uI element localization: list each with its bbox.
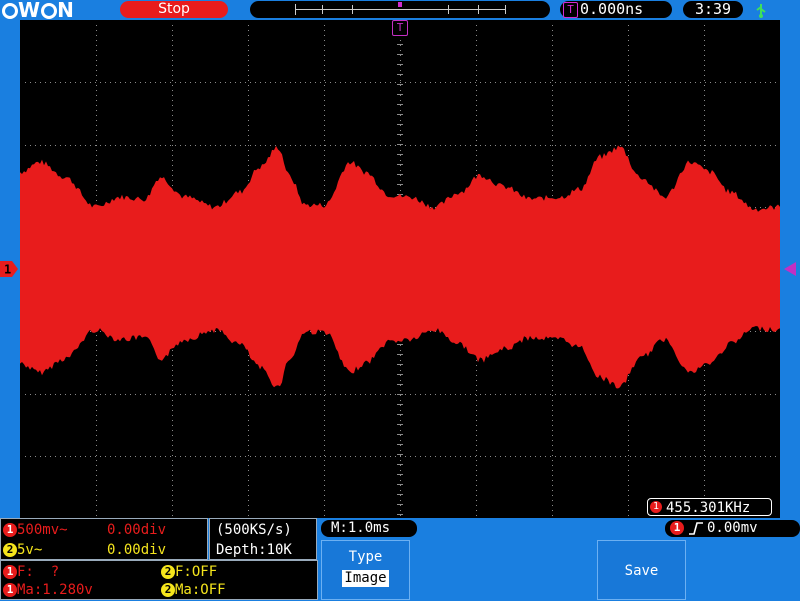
measurement-panel[interactable]: 1 F: ? 1 Ma:1.280v 2 F:OFF 2 Ma:OFF bbox=[0, 560, 318, 600]
logo-ring bbox=[41, 3, 58, 19]
logo-ring bbox=[2, 3, 18, 19]
channel1-settings[interactable]: 1 500mv~ 0.00div bbox=[3, 520, 166, 540]
memory-tick bbox=[448, 5, 449, 14]
memory-tick bbox=[505, 5, 506, 14]
type-softkey[interactable]: Type Image bbox=[321, 540, 410, 600]
trigger-position-value: 0.000ns bbox=[580, 0, 644, 18]
channel1-max-text: Ma:1.280v bbox=[17, 582, 93, 598]
save-softkey[interactable]: Save bbox=[597, 540, 686, 600]
channel1-badge: 1 bbox=[3, 523, 17, 537]
owon-logo: WN bbox=[2, 0, 90, 20]
channel2-settings[interactable]: 2 5v~ 0.00div bbox=[3, 540, 166, 560]
trigger-position-marker[interactable]: T bbox=[392, 20, 408, 36]
trigger-level-marker[interactable] bbox=[780, 262, 796, 276]
waveform-display[interactable] bbox=[20, 20, 780, 518]
channel1-max-measure: 1 Ma:1.280v bbox=[3, 581, 93, 599]
usb-icon bbox=[753, 2, 769, 18]
trigger-position-readout[interactable]: T 0.000ns bbox=[560, 1, 672, 18]
top-status-bar: WN Stop T 0.000ns 3:39 bbox=[0, 0, 800, 20]
channel2-frequency-text: F:OFF bbox=[175, 564, 218, 580]
channel1-frequency-measure: 1 F: ? bbox=[3, 563, 59, 581]
memory-tick bbox=[352, 5, 353, 14]
channel1-offset: 0.00div bbox=[107, 522, 167, 538]
waveform-envelope bbox=[20, 145, 780, 389]
run-status-indicator[interactable]: Stop bbox=[120, 1, 228, 18]
memory-tick bbox=[478, 5, 479, 14]
memory-window-handle[interactable] bbox=[295, 4, 299, 15]
trigger-level-value: 0.00mv bbox=[707, 520, 758, 536]
frequency-value: 455.301KHz bbox=[666, 500, 751, 516]
channel2-offset: 0.00div bbox=[107, 542, 167, 558]
type-softkey-value: Image bbox=[342, 570, 389, 587]
frequency-channel-badge: 1 bbox=[650, 501, 662, 513]
channel2-badge: 2 bbox=[161, 583, 175, 597]
frequency-counter: 1 455.301KHz bbox=[647, 498, 772, 516]
sample-rate: (500KS/s) bbox=[216, 522, 292, 538]
acquisition-panel[interactable]: (500KS/s) Depth:10K bbox=[209, 518, 317, 560]
channel1-badge: 1 bbox=[3, 565, 17, 579]
clock: 3:39 bbox=[683, 1, 743, 18]
channel2-max-text: Ma:OFF bbox=[175, 582, 226, 598]
channel1-level-marker[interactable]: 1 bbox=[0, 261, 18, 277]
channel2-badge: 2 bbox=[3, 543, 17, 557]
memory-position-bar[interactable] bbox=[250, 1, 550, 18]
channel1-waveform bbox=[20, 145, 780, 389]
memory-tick bbox=[322, 5, 323, 14]
channel2-badge: 2 bbox=[161, 565, 175, 579]
channel1-badge: 1 bbox=[3, 583, 17, 597]
channel1-scale: 500mv~ bbox=[17, 522, 68, 538]
timebase-readout[interactable]: M:1.0ms bbox=[321, 520, 417, 537]
channel2-frequency-measure: 2 F:OFF bbox=[161, 563, 217, 581]
memory-track bbox=[295, 9, 505, 10]
channel1-frequency-text: F: ? bbox=[17, 564, 60, 580]
record-depth: Depth:10K bbox=[216, 542, 292, 558]
memory-trigger-marker bbox=[398, 2, 402, 7]
channel1-marker-label: 1 bbox=[4, 263, 11, 277]
channel-settings-panel[interactable]: 1 500mv~ 0.00div 2 5v~ 0.00div bbox=[0, 518, 208, 560]
channel2-scale: 5v~ bbox=[17, 542, 43, 558]
type-softkey-label: Type bbox=[348, 549, 383, 565]
trigger-settings-readout[interactable]: 1 0.00mv bbox=[665, 520, 800, 537]
trigger-badge-icon: T bbox=[563, 2, 578, 18]
rising-edge-icon bbox=[689, 522, 703, 535]
trigger-source-badge: 1 bbox=[670, 521, 684, 535]
channel2-max-measure: 2 Ma:OFF bbox=[161, 581, 226, 599]
